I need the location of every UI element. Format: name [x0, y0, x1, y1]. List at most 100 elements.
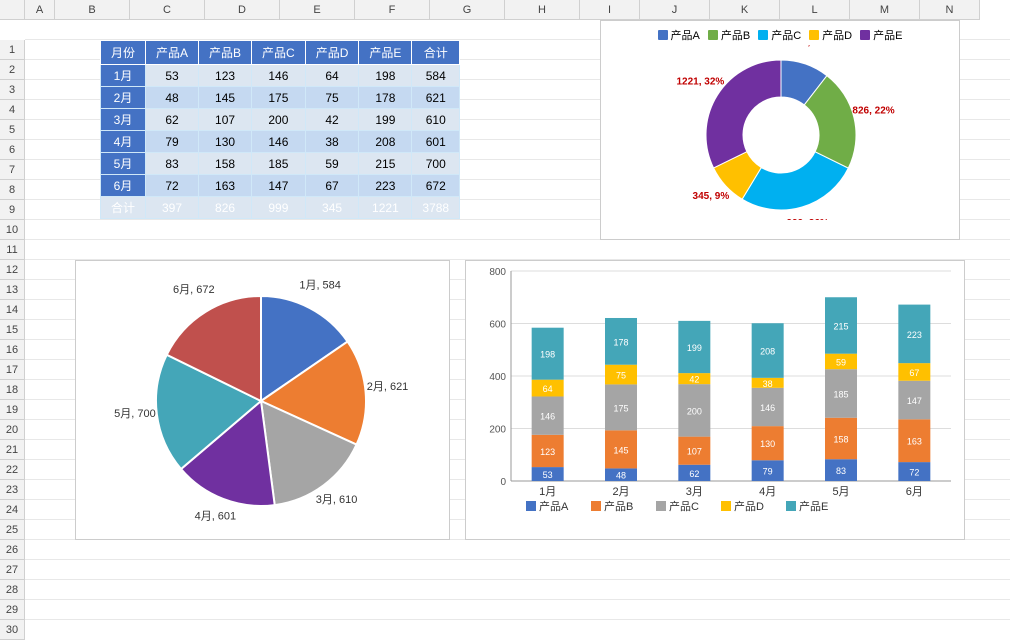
data-cell: 123 — [199, 65, 252, 87]
total-cell: 345 — [305, 197, 359, 219]
data-cell: 185 — [252, 153, 306, 175]
data-cell: 621 — [412, 87, 460, 109]
svg-text:826, 22%: 826, 22% — [852, 106, 894, 117]
data-table: 月份 产品A 产品B 产品C 产品D 产品E 合计 1月531231466419… — [100, 40, 460, 219]
data-cell: 146 — [252, 65, 306, 87]
svg-text:175: 175 — [613, 403, 628, 413]
svg-text:5月: 5月 — [832, 486, 849, 498]
svg-text:5月, 700: 5月, 700 — [114, 408, 156, 420]
month-cell: 5月 — [101, 153, 146, 175]
svg-text:3月: 3月 — [686, 486, 703, 498]
svg-text:75: 75 — [616, 371, 626, 381]
th-prodB: 产品B — [199, 41, 252, 65]
svg-text:1月: 1月 — [539, 486, 556, 498]
legend-label-E: 产品E — [873, 27, 902, 43]
svg-text:62: 62 — [689, 469, 699, 479]
data-cell: 48 — [146, 87, 199, 109]
svg-text:145: 145 — [613, 445, 628, 455]
data-cell: 158 — [199, 153, 252, 175]
month-cell: 3月 — [101, 109, 146, 131]
row-3: 3 — [0, 80, 25, 100]
row-15: 15 — [0, 320, 25, 340]
col-K: K — [710, 0, 780, 20]
svg-text:59: 59 — [836, 357, 846, 367]
svg-text:163: 163 — [907, 437, 922, 447]
data-cell: 175 — [252, 87, 306, 109]
th-prodA: 产品A — [146, 41, 199, 65]
row-10: 10 — [0, 220, 25, 240]
row-8: 8 — [0, 180, 25, 200]
data-cell: 610 — [412, 109, 460, 131]
col-F: F — [355, 0, 430, 20]
svg-text:83: 83 — [836, 466, 846, 476]
row-2: 2 — [0, 60, 25, 80]
month-cell: 2月 — [101, 87, 146, 109]
svg-text:1221, 32%: 1221, 32% — [677, 77, 725, 88]
svg-text:200: 200 — [687, 406, 702, 416]
data-cell: 198 — [359, 65, 412, 87]
total-cell: 397 — [146, 197, 199, 219]
data-cell: 38 — [305, 131, 359, 153]
svg-text:208: 208 — [760, 347, 775, 357]
svg-text:199: 199 — [687, 343, 702, 353]
legend-dot-A — [658, 30, 668, 40]
col-L: L — [780, 0, 850, 20]
svg-text:397, 11%: 397, 11% — [791, 45, 833, 48]
month-cell: 1月 — [101, 65, 146, 87]
data-cell: 601 — [412, 131, 460, 153]
data-cell: 107 — [199, 109, 252, 131]
legend-prodD: 产品D — [809, 27, 852, 43]
row-13: 13 — [0, 280, 25, 300]
data-cell: 62 — [146, 109, 199, 131]
row-19: 19 — [0, 400, 25, 420]
row-7: 7 — [0, 160, 25, 180]
svg-text:223: 223 — [907, 330, 922, 340]
row-14: 14 — [0, 300, 25, 320]
legend-prodA: 产品A — [658, 27, 700, 43]
svg-text:185: 185 — [833, 389, 848, 399]
bar-svg: 020040060080053123146641981月481451757517… — [466, 261, 966, 541]
svg-text:400: 400 — [489, 372, 506, 383]
legend-label-A: 产品A — [671, 27, 700, 43]
col-D: D — [205, 0, 280, 20]
legend-dot-D — [809, 30, 819, 40]
svg-text:2月: 2月 — [612, 486, 629, 498]
donut-chart: 产品A 产品B 产品C 产品D 产品E 397, 11%826, 22%999,… — [600, 20, 960, 240]
legend-label-B: 产品B — [721, 27, 750, 43]
col-B: B — [55, 0, 130, 20]
data-cell: 163 — [199, 175, 252, 197]
row-20: 20 — [0, 420, 25, 440]
svg-text:999, 26%: 999, 26% — [787, 218, 829, 220]
th-total: 合计 — [412, 41, 460, 65]
svg-text:64: 64 — [543, 384, 553, 394]
legend-dot-B — [708, 30, 718, 40]
svg-text:0: 0 — [500, 477, 506, 488]
row-12: 12 — [0, 260, 25, 280]
data-cell: 42 — [305, 109, 359, 131]
data-cell: 83 — [146, 153, 199, 175]
data-cell: 75 — [305, 87, 359, 109]
total-cell: 999 — [252, 197, 306, 219]
data-cell: 147 — [252, 175, 306, 197]
data-cell: 130 — [199, 131, 252, 153]
row-29: 29 — [0, 600, 25, 620]
spreadsheet: A B C D E F G H I J K L M N 1 2 3 4 5 6 … — [0, 0, 1010, 635]
svg-text:53: 53 — [543, 470, 553, 480]
row-25: 25 — [0, 520, 25, 540]
row-30: 30 — [0, 620, 25, 640]
svg-text:600: 600 — [489, 320, 506, 331]
svg-text:2月, 621: 2月, 621 — [367, 381, 409, 393]
svg-text:200: 200 — [489, 425, 506, 436]
col-H: H — [505, 0, 580, 20]
svg-text:4月, 601: 4月, 601 — [195, 511, 237, 523]
total-cell: 合计 — [101, 197, 146, 219]
svg-text:1月, 584: 1月, 584 — [299, 280, 341, 292]
th-prodE: 产品E — [359, 41, 412, 65]
svg-text:79: 79 — [763, 467, 773, 477]
row-26: 26 — [0, 540, 25, 560]
total-cell: 1221 — [359, 197, 412, 219]
svg-text:38: 38 — [763, 379, 773, 389]
svg-text:178: 178 — [613, 337, 628, 347]
svg-text:48: 48 — [616, 471, 626, 481]
pie-svg: 1月, 5842月, 6213月, 6104月, 6015月, 7006月, 6… — [76, 261, 451, 541]
